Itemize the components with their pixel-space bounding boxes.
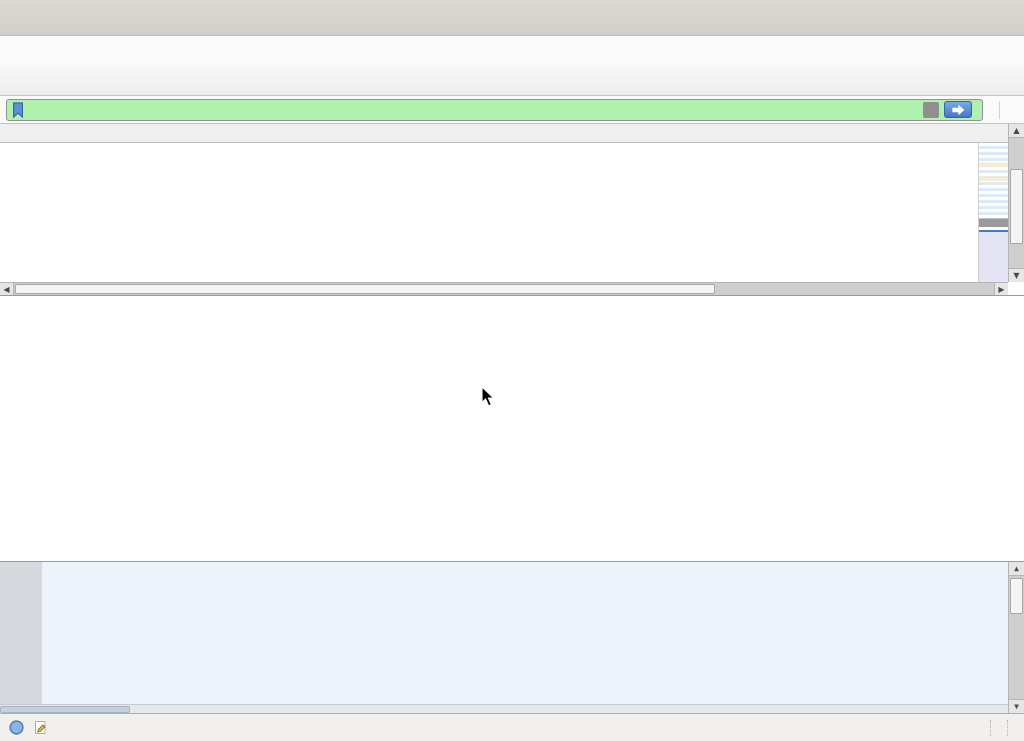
hex-hscrollbar[interactable] — [0, 704, 1008, 713]
title-bar[interactable] — [0, 0, 1024, 36]
bookmark-icon[interactable] — [10, 101, 26, 119]
scroll-thumb[interactable] — [15, 284, 715, 294]
packet-list-hscrollbar[interactable]: ◀ ▶ — [0, 282, 1008, 295]
scroll-thumb[interactable] — [0, 706, 130, 713]
scroll-left-icon[interactable]: ◀ — [0, 283, 14, 295]
filter-bar — [0, 96, 1024, 124]
menu-bar — [0, 36, 1024, 58]
scroll-up-icon[interactable]: ▲ — [1009, 562, 1024, 576]
filter-clear-icon[interactable] — [923, 102, 939, 118]
packet-bytes-pane: ▲ ▼ — [0, 562, 1024, 714]
scroll-down-icon[interactable]: ▼ — [1009, 268, 1024, 282]
scroll-thumb[interactable] — [1010, 169, 1023, 244]
capture-comment-icon[interactable] — [33, 719, 49, 736]
packet-list-header — [0, 124, 1008, 143]
expert-info-icon[interactable] — [8, 719, 25, 736]
scroll-down-icon[interactable]: ▼ — [1009, 699, 1024, 713]
close-icon[interactable] — [994, 7, 1016, 29]
packet-list-vscrollbar[interactable]: ▲ ▼ — [1008, 124, 1024, 282]
hex-offset-gutter — [0, 562, 42, 713]
hex-vscrollbar[interactable]: ▲ ▼ — [1008, 562, 1024, 713]
status-bar — [0, 714, 1024, 741]
status-divider — [1007, 720, 1008, 736]
scroll-thumb[interactable] — [1010, 578, 1023, 614]
scroll-up-icon[interactable]: ▲ — [1009, 124, 1024, 138]
filter-apply-icon[interactable] — [944, 101, 972, 118]
main-toolbar — [0, 58, 1024, 96]
packet-list-pane: ▲ ▼ ◀ ▶ — [0, 124, 1024, 296]
wireshark-window: ▲ ▼ ◀ ▶ ▲ ▼ — [0, 0, 1024, 741]
scroll-right-icon[interactable]: ▶ — [994, 283, 1008, 295]
filter-separator — [999, 101, 1000, 119]
display-filter-input[interactable] — [6, 99, 983, 121]
packet-details-pane — [0, 296, 1024, 562]
packet-minimap[interactable] — [978, 143, 1008, 283]
status-divider — [990, 720, 991, 736]
